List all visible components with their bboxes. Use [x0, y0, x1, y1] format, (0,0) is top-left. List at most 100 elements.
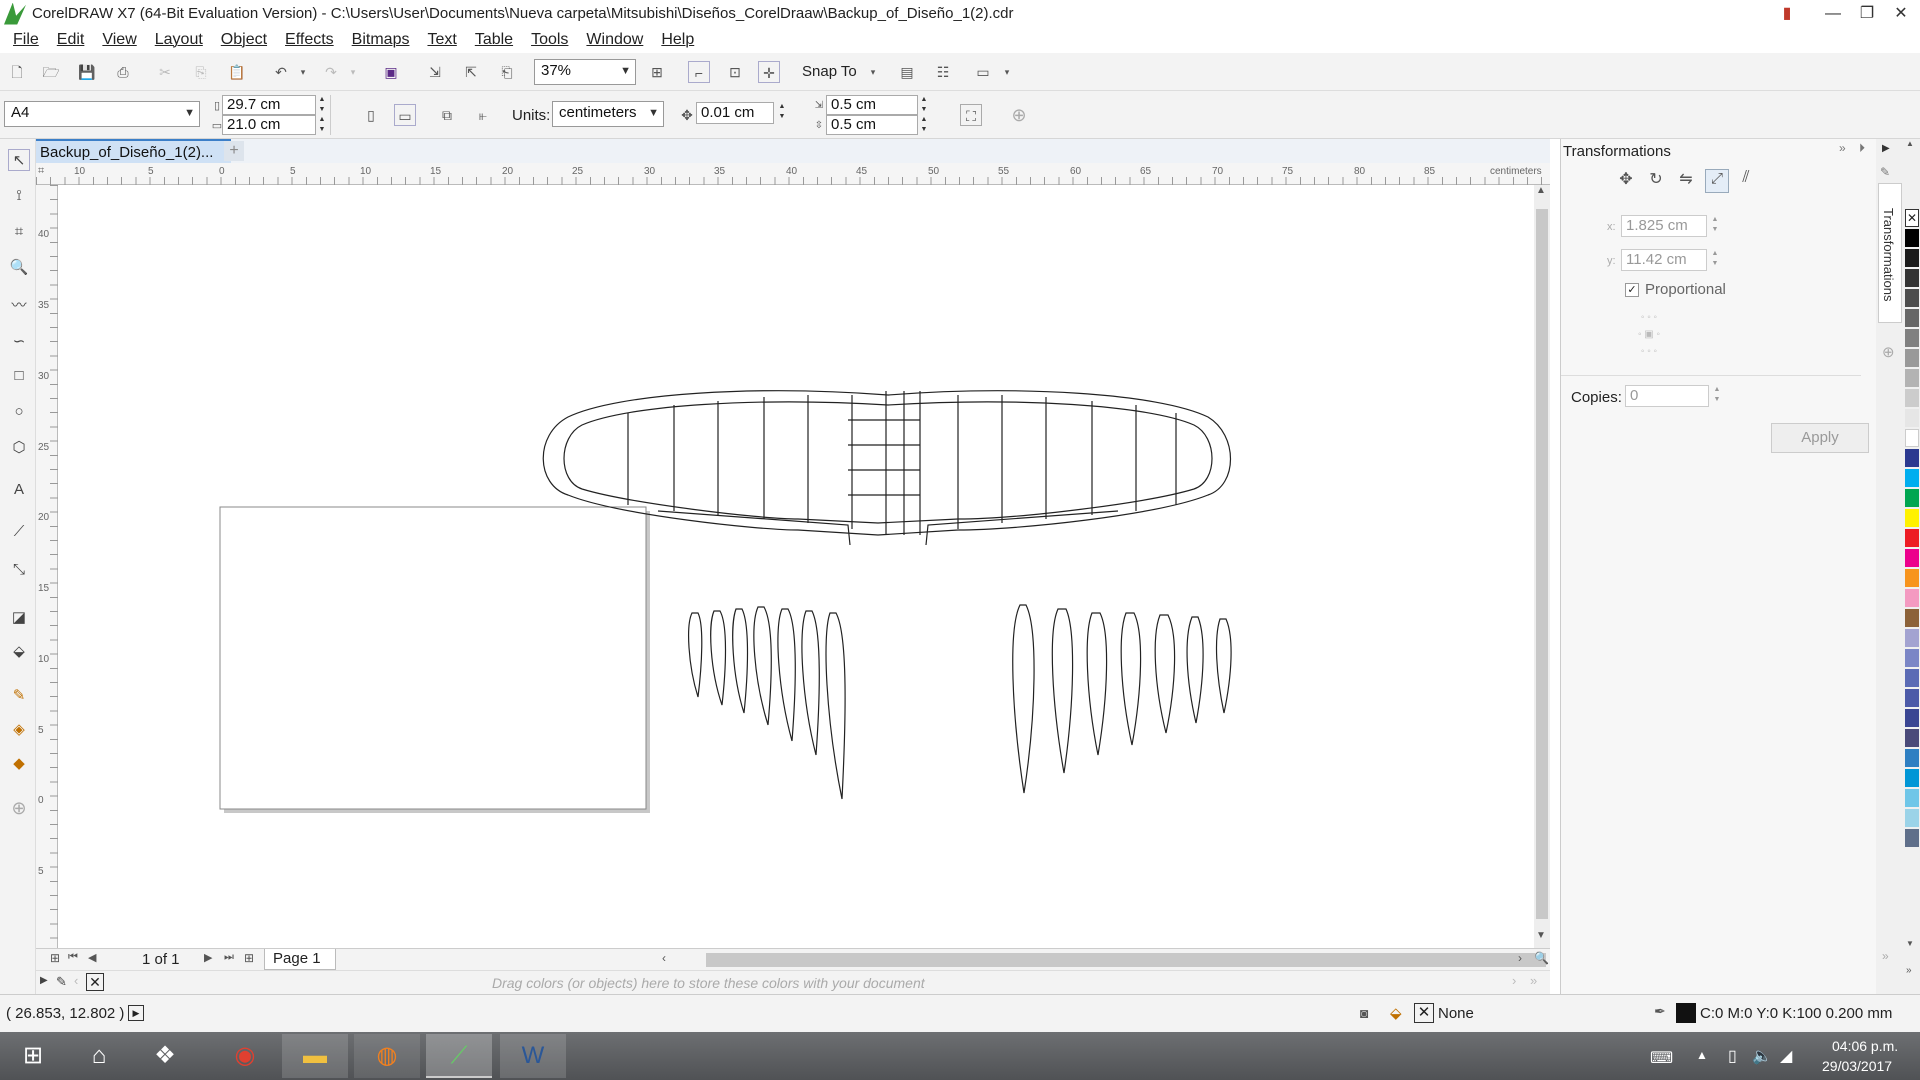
no-fill-swatch-icon[interactable]: ✕	[1905, 209, 1919, 227]
tray-menu-icon[interactable]: ▶	[40, 975, 48, 986]
scroll-up-icon[interactable]: ▲	[1536, 185, 1546, 196]
tray-scroll-right-icon[interactable]: ›	[1512, 973, 1516, 988]
start-button-icon[interactable]: ⊞	[0, 1034, 66, 1078]
palette-swatch[interactable]	[1905, 249, 1919, 267]
palette-swatch[interactable]	[1905, 349, 1919, 367]
show-rulers-icon[interactable]: ⌐	[688, 61, 710, 83]
duplicate-x-field[interactable]: 0.5 cm	[826, 95, 918, 115]
publish-pdf-icon[interactable]: ⎗	[496, 61, 518, 83]
x-position-spinner[interactable]: ▲ ▼	[1709, 215, 1721, 237]
polygon-tool-icon[interactable]: ⬡	[8, 437, 30, 459]
skew-transform-icon[interactable]: ⫽	[1735, 169, 1757, 191]
palette-swatch[interactable]	[1905, 329, 1919, 347]
scroll-left-icon[interactable]: ‹	[662, 951, 666, 965]
all-pages-icon[interactable]: ⧉	[436, 104, 458, 126]
palette-swatch[interactable]	[1905, 469, 1919, 487]
palette-swatch[interactable]	[1905, 569, 1919, 587]
units-select[interactable]: centimeters ▼	[552, 101, 664, 127]
palette-swatch[interactable]	[1905, 549, 1919, 567]
x-position-field[interactable]: 1.825 cm	[1621, 215, 1707, 237]
shape-tool-icon[interactable]: ⟟	[8, 185, 30, 207]
palette-swatch[interactable]	[1905, 749, 1919, 767]
vertical-scroll-thumb[interactable]	[1536, 209, 1548, 919]
vertical-scrollbar[interactable]: ▲ ▼	[1534, 185, 1550, 948]
menu-tools[interactable]: Tools	[522, 31, 577, 49]
anchor-point-grid[interactable]: ◦ ◦ ◦ ◦ ▣ ◦ ◦ ◦ ◦	[1625, 309, 1673, 361]
close-window-button[interactable]: ✕	[1884, 0, 1918, 27]
menu-window[interactable]: Window	[577, 31, 652, 49]
redo-icon[interactable]: ↷	[320, 61, 342, 83]
menu-effects[interactable]: Effects	[276, 31, 343, 49]
page-height-spinner[interactable]: ▲ ▼	[316, 115, 328, 137]
drop-shadow-tool-icon[interactable]: ◪	[8, 607, 30, 629]
menu-file[interactable]: File	[4, 31, 48, 49]
rotate-transform-icon[interactable]: ↻	[1645, 169, 1667, 191]
file-explorer-icon[interactable]: ▬	[282, 1034, 348, 1078]
drawing-canvas[interactable]	[58, 185, 1534, 948]
menu-object[interactable]: Object	[212, 31, 276, 49]
eyedropper-tool-icon[interactable]: ✎	[8, 685, 30, 707]
docker-collapse-icon[interactable]: ⏵	[1859, 141, 1865, 156]
nudge-distance-spinner[interactable]: ▲ ▼	[776, 102, 788, 124]
duplicate-x-spinner[interactable]: ▲ ▼	[918, 95, 930, 117]
tray-expand-icon[interactable]: »	[1530, 973, 1537, 988]
palette-swatch[interactable]	[1905, 449, 1919, 467]
page-height-field[interactable]: 21.0 cm	[222, 115, 316, 135]
palette-swatch[interactable]	[1905, 229, 1919, 247]
menu-bitmaps[interactable]: Bitmaps	[343, 31, 419, 49]
snap-to-button[interactable]: Snap To	[802, 63, 857, 80]
position-transform-icon[interactable]: ✥	[1615, 169, 1637, 191]
menu-help[interactable]: Help	[652, 31, 703, 49]
first-page-icon[interactable]: ⏮	[68, 951, 78, 964]
scale-mirror-transform-icon[interactable]: ⇋	[1675, 169, 1697, 191]
import-icon[interactable]: ⇲	[424, 61, 446, 83]
coreldraw-taskbar-icon[interactable]: ⟋	[426, 1034, 492, 1078]
horizontal-ruler[interactable]: ⌗ 10 5 0 5 10 15 20 25 30 35 40 45 50 55…	[36, 163, 1550, 185]
smart-fill-tool-icon[interactable]: ◆	[8, 753, 30, 775]
palette-swatch[interactable]	[1905, 489, 1919, 507]
artistic-media-tool-icon[interactable]: ∽	[8, 331, 30, 353]
application-launcher-icon[interactable]: ▭	[972, 61, 994, 83]
options-icon[interactable]: ☷	[932, 61, 954, 83]
transformations-tab[interactable]: Transformations	[1878, 183, 1902, 323]
menu-view[interactable]: View	[93, 31, 145, 49]
size-transform-icon[interactable]: ⤢	[1705, 169, 1729, 193]
undo-icon[interactable]: ↶	[270, 61, 292, 83]
palette-swatch[interactable]	[1905, 829, 1919, 847]
docker-arrow-icon[interactable]: ▶	[1882, 143, 1890, 154]
save-icon[interactable]: 💾	[76, 61, 98, 83]
page-size-select[interactable]: A4 ▼	[4, 101, 200, 127]
palette-swatch[interactable]	[1905, 289, 1919, 307]
open-icon[interactable]: 🗁	[40, 61, 62, 83]
search-content-icon[interactable]: ▣	[380, 61, 402, 83]
y-position-field[interactable]: 11.42 cm	[1621, 249, 1707, 271]
palette-swatch[interactable]	[1905, 529, 1919, 547]
add-page-before-icon[interactable]: ⊞	[50, 951, 60, 965]
new-tab-icon[interactable]: +	[224, 141, 244, 161]
home-icon[interactable]: ⌂	[66, 1034, 132, 1078]
palette-scroll-down-icon[interactable]: ▼	[1906, 939, 1914, 948]
show-grid-icon[interactable]: ⊡	[724, 61, 746, 83]
previous-page-icon[interactable]: ◀	[88, 951, 96, 964]
docker-expand-icon[interactable]: »	[1839, 141, 1846, 155]
firefox-icon[interactable]: ◍	[354, 1034, 420, 1078]
transparency-tool-icon[interactable]: ⬙	[8, 641, 30, 663]
dropbox-icon[interactable]: ❖	[132, 1034, 198, 1078]
ellipse-tool-icon[interactable]: ○	[8, 401, 30, 423]
zoom-level-select[interactable]: 37% ▼	[534, 59, 636, 85]
duplicate-y-field[interactable]: 0.5 cm	[826, 115, 918, 135]
scroll-down-icon[interactable]: ▼	[1536, 930, 1546, 941]
export-icon[interactable]: ⇱	[460, 61, 482, 83]
add-docker-icon[interactable]: ⊕	[1882, 343, 1895, 361]
page-size-stepper[interactable]	[330, 95, 342, 135]
parallel-dimension-tool-icon[interactable]: ⟋	[8, 521, 30, 543]
palette-expand-icon[interactable]: »	[1906, 965, 1912, 976]
color-palette[interactable]: ▲ ✕ ▼ »	[1904, 139, 1920, 994]
status-play-icon[interactable]: ▶	[128, 1005, 144, 1021]
y-position-spinner[interactable]: ▲ ▼	[1709, 249, 1721, 271]
volume-icon[interactable]: 🔈	[1752, 1046, 1772, 1066]
apply-button[interactable]: Apply	[1771, 423, 1869, 453]
palette-swatch[interactable]	[1905, 389, 1919, 407]
show-guidelines-icon[interactable]: ✛	[758, 61, 780, 83]
word-icon[interactable]: W	[500, 1034, 566, 1078]
